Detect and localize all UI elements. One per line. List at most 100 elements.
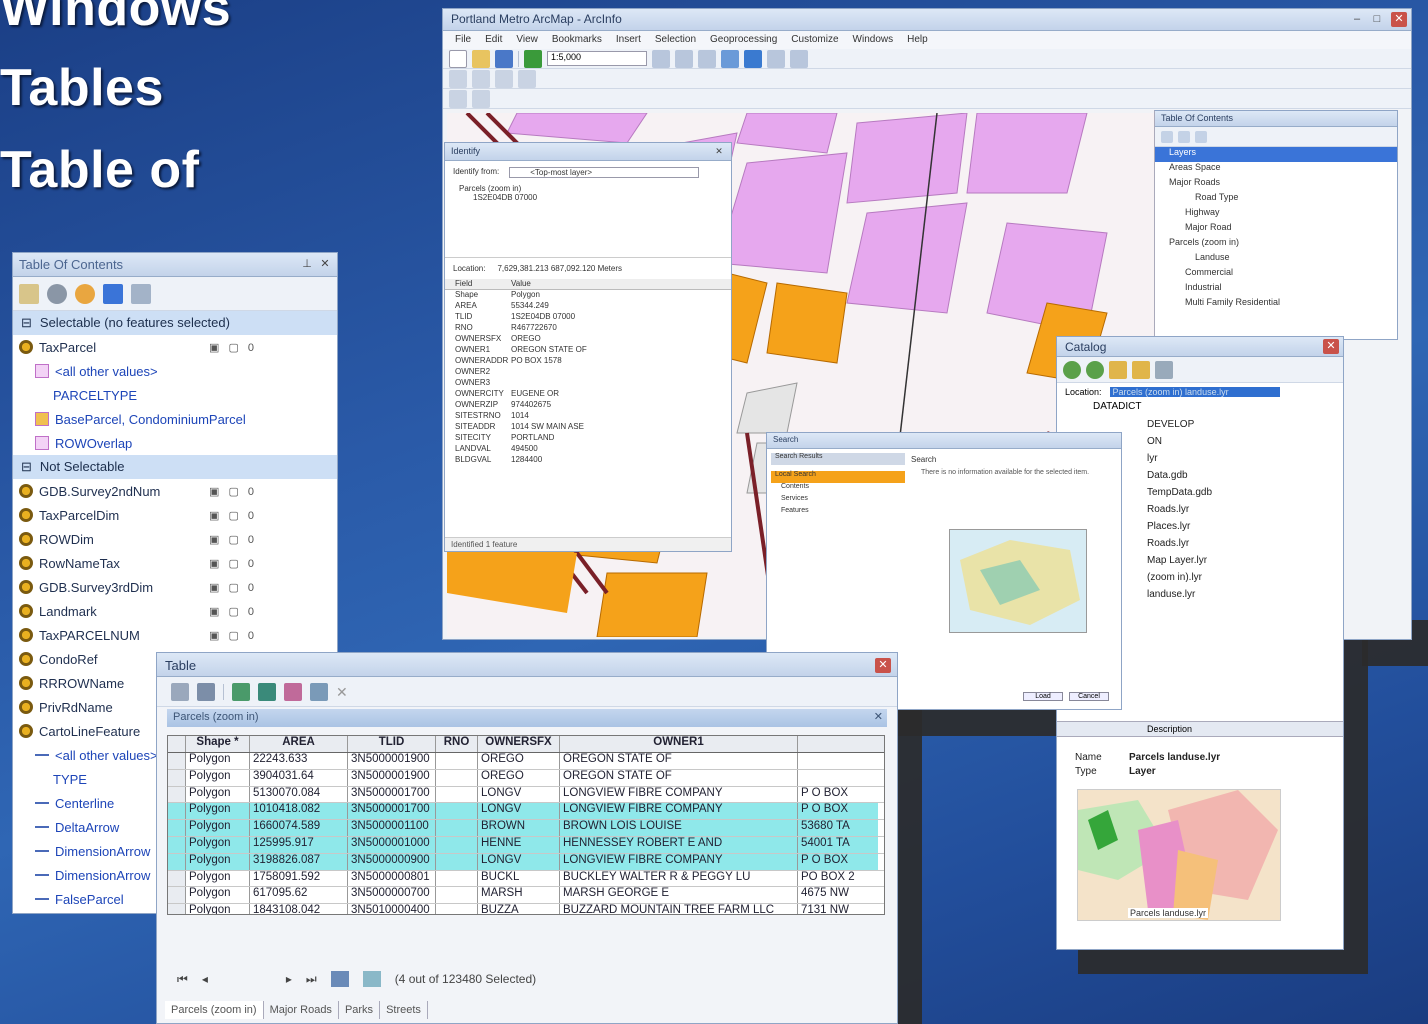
- row-selector[interactable]: [168, 753, 186, 769]
- table-cell[interactable]: P O BOX: [798, 787, 878, 803]
- layer-options-icon[interactable]: ▣ ▢ 0: [209, 509, 257, 522]
- close-icon[interactable]: ✕: [1391, 12, 1407, 27]
- table-cell[interactable]: 53680 TA: [798, 820, 878, 836]
- delete-selected-icon[interactable]: ✕: [336, 683, 354, 701]
- close-icon[interactable]: ✕: [317, 257, 333, 272]
- layer-options-icon[interactable]: ▣ ▢ 0: [209, 629, 257, 642]
- measure-icon[interactable]: [790, 49, 808, 68]
- save-icon[interactable]: [495, 49, 513, 68]
- next-record-icon[interactable]: ▸: [286, 972, 292, 986]
- layer-options-icon[interactable]: ▣ ▢ 0: [209, 533, 257, 546]
- identify-from-select[interactable]: <Top-most layer>: [509, 167, 700, 178]
- row-selector[interactable]: [168, 803, 186, 820]
- zoom-out-icon[interactable]: [675, 49, 693, 68]
- table-cell[interactable]: Polygon: [186, 853, 250, 870]
- table-cell[interactable]: 4675 NW: [798, 887, 878, 903]
- list-by-selection-icon[interactable]: [103, 283, 123, 304]
- table-cell[interactable]: BUZZA: [478, 904, 560, 914]
- zoom-to-selected-icon[interactable]: [310, 682, 328, 701]
- table-cell[interactable]: 3N5000001900: [348, 753, 436, 769]
- row-selector[interactable]: [168, 836, 186, 853]
- table-row[interactable]: Polygon 22243.633 3N5000001900 OREGO OREGON …: [168, 753, 884, 770]
- menu-customize[interactable]: Customize: [791, 34, 838, 46]
- catalog-tree-root[interactable]: DATADICT: [1057, 401, 1343, 419]
- table-cell[interactable]: 3N5010000400: [348, 904, 436, 914]
- load-button[interactable]: Load: [1023, 692, 1063, 701]
- identify-field-row[interactable]: LANDVAL 494500: [445, 444, 731, 455]
- table-cell[interactable]: Polygon: [186, 870, 250, 887]
- table-cell[interactable]: BUCKLEY WALTER R & PEGGY LU: [560, 870, 798, 887]
- table-cell[interactable]: 3N5000000801: [348, 870, 436, 887]
- list-by-source-icon[interactable]: [47, 283, 67, 304]
- pin-icon[interactable]: ⊥: [299, 257, 315, 272]
- pan-icon[interactable]: [698, 49, 716, 68]
- table-tab[interactable]: Major Roads: [264, 1001, 339, 1019]
- toc-layer-row[interactable]: TaxParcel ▣ ▢ 0: [13, 335, 337, 359]
- menu-view[interactable]: View: [516, 34, 538, 46]
- toc-layer-row[interactable]: TaxParcelDim ▣ ▢ 0: [13, 503, 337, 527]
- table-cell[interactable]: LONGVIEW FIBRE COMPANY: [560, 853, 798, 870]
- identify-field-row[interactable]: BLDGVAL 1284400: [445, 455, 731, 466]
- table-cell[interactable]: MARSH GEORGE E: [560, 887, 798, 904]
- zoom-in-icon[interactable]: [652, 49, 670, 68]
- table-row[interactable]: Polygon 617095.62 3N5000000700 MARSH MARSH G…: [168, 887, 884, 905]
- table-cell[interactable]: Polygon: [186, 786, 250, 803]
- layer-options-icon[interactable]: ▣ ▢ 0: [209, 341, 257, 354]
- table-cell[interactable]: LONGVIEW FIBRE COMPANY: [560, 786, 798, 803]
- table-cell[interactable]: 1010418.082: [250, 803, 348, 820]
- collapse-icon[interactable]: ⊟: [21, 315, 32, 331]
- toc-layer-row[interactable]: <all other values>: [13, 359, 337, 383]
- identify-field-row[interactable]: OWNERCITY EUGENE OR: [445, 389, 731, 400]
- table-cell[interactable]: OREGO: [478, 769, 560, 786]
- table-cell[interactable]: LONGVIEW FIBRE COMPANY: [560, 803, 798, 820]
- previous-record-icon[interactable]: ◂: [202, 972, 208, 986]
- identify-field-row[interactable]: SITESTRNO 1014: [445, 411, 731, 422]
- toc-layer-row[interactable]: RowNameTax ▣ ▢ 0: [13, 551, 337, 575]
- toc-layer-row[interactable]: GDB.Survey3rdDim ▣ ▢ 0: [13, 575, 337, 599]
- close-icon[interactable]: ✕: [875, 658, 891, 673]
- map-toc-item[interactable]: Major Roads: [1155, 177, 1397, 192]
- table-cell[interactable]: [436, 836, 478, 853]
- list-by-drawing-order-icon[interactable]: [1161, 130, 1173, 143]
- related-tables-icon[interactable]: [197, 682, 215, 701]
- forward-icon[interactable]: [1086, 360, 1104, 379]
- draw-icon[interactable]: [518, 69, 536, 88]
- catalog-location-input[interactable]: Parcels (zoom in) landuse.lyr: [1109, 387, 1280, 397]
- identify-field-row[interactable]: SITECITY PORTLAND: [445, 433, 731, 444]
- table-row[interactable]: Polygon 5130070.084 3N5000001700 LONGV LONGV…: [168, 786, 884, 804]
- back-icon[interactable]: [1063, 360, 1081, 379]
- table-cell[interactable]: MARSH: [478, 887, 560, 904]
- editor-icon[interactable]: [449, 69, 467, 88]
- last-record-icon[interactable]: ⏭: [306, 972, 317, 987]
- table-cell[interactable]: 1758091.592: [250, 870, 348, 887]
- search-side-item[interactable]: Services: [771, 495, 905, 507]
- table-cell[interactable]: Polygon: [186, 803, 250, 820]
- table-cell[interactable]: OREGON STATE OF: [560, 769, 798, 786]
- menu-geoprocessing[interactable]: Geoprocessing: [710, 34, 777, 46]
- table-row[interactable]: Polygon 1010418.082 3N5000001700 LONGV LONGV…: [168, 803, 884, 821]
- identify-field-row[interactable]: OWNERZIP 974402675: [445, 400, 731, 411]
- identify-field-row[interactable]: OWNER1 OREGON STATE OF: [445, 345, 731, 356]
- table-cell[interactable]: HENNE: [478, 836, 560, 853]
- menu-file[interactable]: File: [455, 34, 471, 46]
- toc-layer-row[interactable]: TaxPARCELNUM ▣ ▢ 0: [13, 623, 337, 647]
- table-cell[interactable]: 3N5000001000: [348, 836, 436, 853]
- scale-combo[interactable]: 1:5,000: [547, 51, 647, 66]
- identify-field-row[interactable]: TLID 1S2E04DB 07000: [445, 312, 731, 323]
- labeling-icon[interactable]: [495, 69, 513, 88]
- map-toc-item[interactable]: Areas Space: [1155, 162, 1397, 177]
- toc-layer-row[interactable]: Landmark ▣ ▢ 0: [13, 599, 337, 623]
- column-header-ownersfx[interactable]: OWNERSFX: [478, 736, 560, 752]
- table-cell[interactable]: [436, 870, 478, 887]
- identify-tree-feature[interactable]: 1S2E04DB 07000: [459, 193, 731, 202]
- identify-field-row[interactable]: OWNERSFX OREGO: [445, 334, 731, 345]
- clear-selection-icon[interactable]: [284, 682, 302, 701]
- table-cell[interactable]: LONGV: [478, 803, 560, 820]
- column-header-rno[interactable]: RNO: [436, 736, 478, 752]
- table-cell[interactable]: 22243.633: [250, 753, 348, 769]
- table-row[interactable]: Polygon 1758091.592 3N5000000801 BUCKL BUCKL…: [168, 870, 884, 888]
- table-options-icon[interactable]: [171, 682, 189, 701]
- identify-field-row[interactable]: AREA 55344.249: [445, 301, 731, 312]
- table-cell[interactable]: Polygon: [186, 820, 250, 836]
- identify-field-row[interactable]: Shape Polygon: [445, 290, 731, 301]
